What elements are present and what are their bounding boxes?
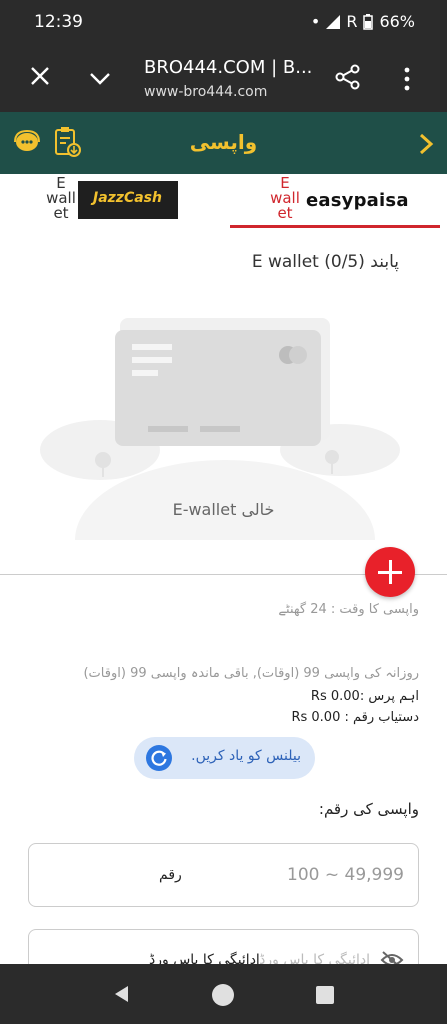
withdraw-amount-label: واپسی کی رقم: [318,800,419,818]
status-time: 12:39 [34,12,83,32]
tab-label: E wall et [270,174,300,222]
amount-unit-label: رقم [159,867,182,883]
close-icon[interactable] [28,64,52,88]
easypaisa-logo: easypaisa [306,190,409,211]
daily-withdraw-info: روزانہ کی واپسی 99 (اوقات), باقی ماندہ و… [83,666,419,681]
chevron-right-icon[interactable] [417,132,435,156]
refresh-balance-label: بیلنس کو یاد کریں. [191,748,301,764]
back-icon[interactable] [112,984,132,1004]
amount-placeholder: 100 ~ 49,999 [287,865,404,885]
browser-toolbar: BRO444.COM | B... www-bro444.com [0,44,447,112]
jazzcash-logo: JazzCash [78,181,178,219]
home-icon[interactable] [212,984,234,1006]
withdraw-time: واپسی کا وقت : 24 گھنٹے [278,602,419,617]
share-icon[interactable] [335,64,361,90]
withdraw-amount-input[interactable]: 100 ~ 49,999 رقم [28,843,419,907]
tab-jazzcash[interactable]: E wall et JazzCash [0,174,222,228]
refresh-balance-button[interactable]: بیلنس کو یاد کریں. [134,737,315,779]
battery-level: 66% [379,12,415,31]
roaming-indicator: R [346,12,358,31]
empty-wallet-text: خالی E-wallet [172,500,275,519]
main-wallet-balance: اہم پرس :0.00 Rs [310,689,419,704]
app-header: واپسی [0,112,447,174]
chevron-down-icon[interactable] [88,66,112,90]
status-indicators: • R 66% [311,12,415,31]
bound-wallet-count: پابند E wallet (0/5) [251,252,399,272]
browser-page-title: BRO444.COM | B... [144,57,313,78]
jazzcash-logo-text: JazzCash [93,190,162,206]
recent-apps-icon[interactable] [316,986,334,1004]
system-nav-bar [0,964,447,1024]
page-title: واپسی [189,130,258,154]
tab-easypaisa[interactable]: E wall et easypaisa [222,174,447,228]
wallet-tabs: E wall et JazzCash E wall et easypaisa [0,174,447,228]
signal-icon [326,14,341,29]
available-amount: دستیاب رقم : 0.00 Rs [291,710,419,725]
active-tab-indicator [230,225,440,228]
browser-url[interactable]: www-bro444.com [144,84,267,100]
tab-label: E wall et [46,174,76,222]
battery-icon [363,13,374,30]
status-bar: 12:39 • R 66% [0,0,447,44]
more-vertical-icon[interactable] [400,66,414,92]
add-wallet-button[interactable] [365,547,415,597]
notification-dot-icon: • [310,12,321,31]
refresh-icon [146,745,172,771]
